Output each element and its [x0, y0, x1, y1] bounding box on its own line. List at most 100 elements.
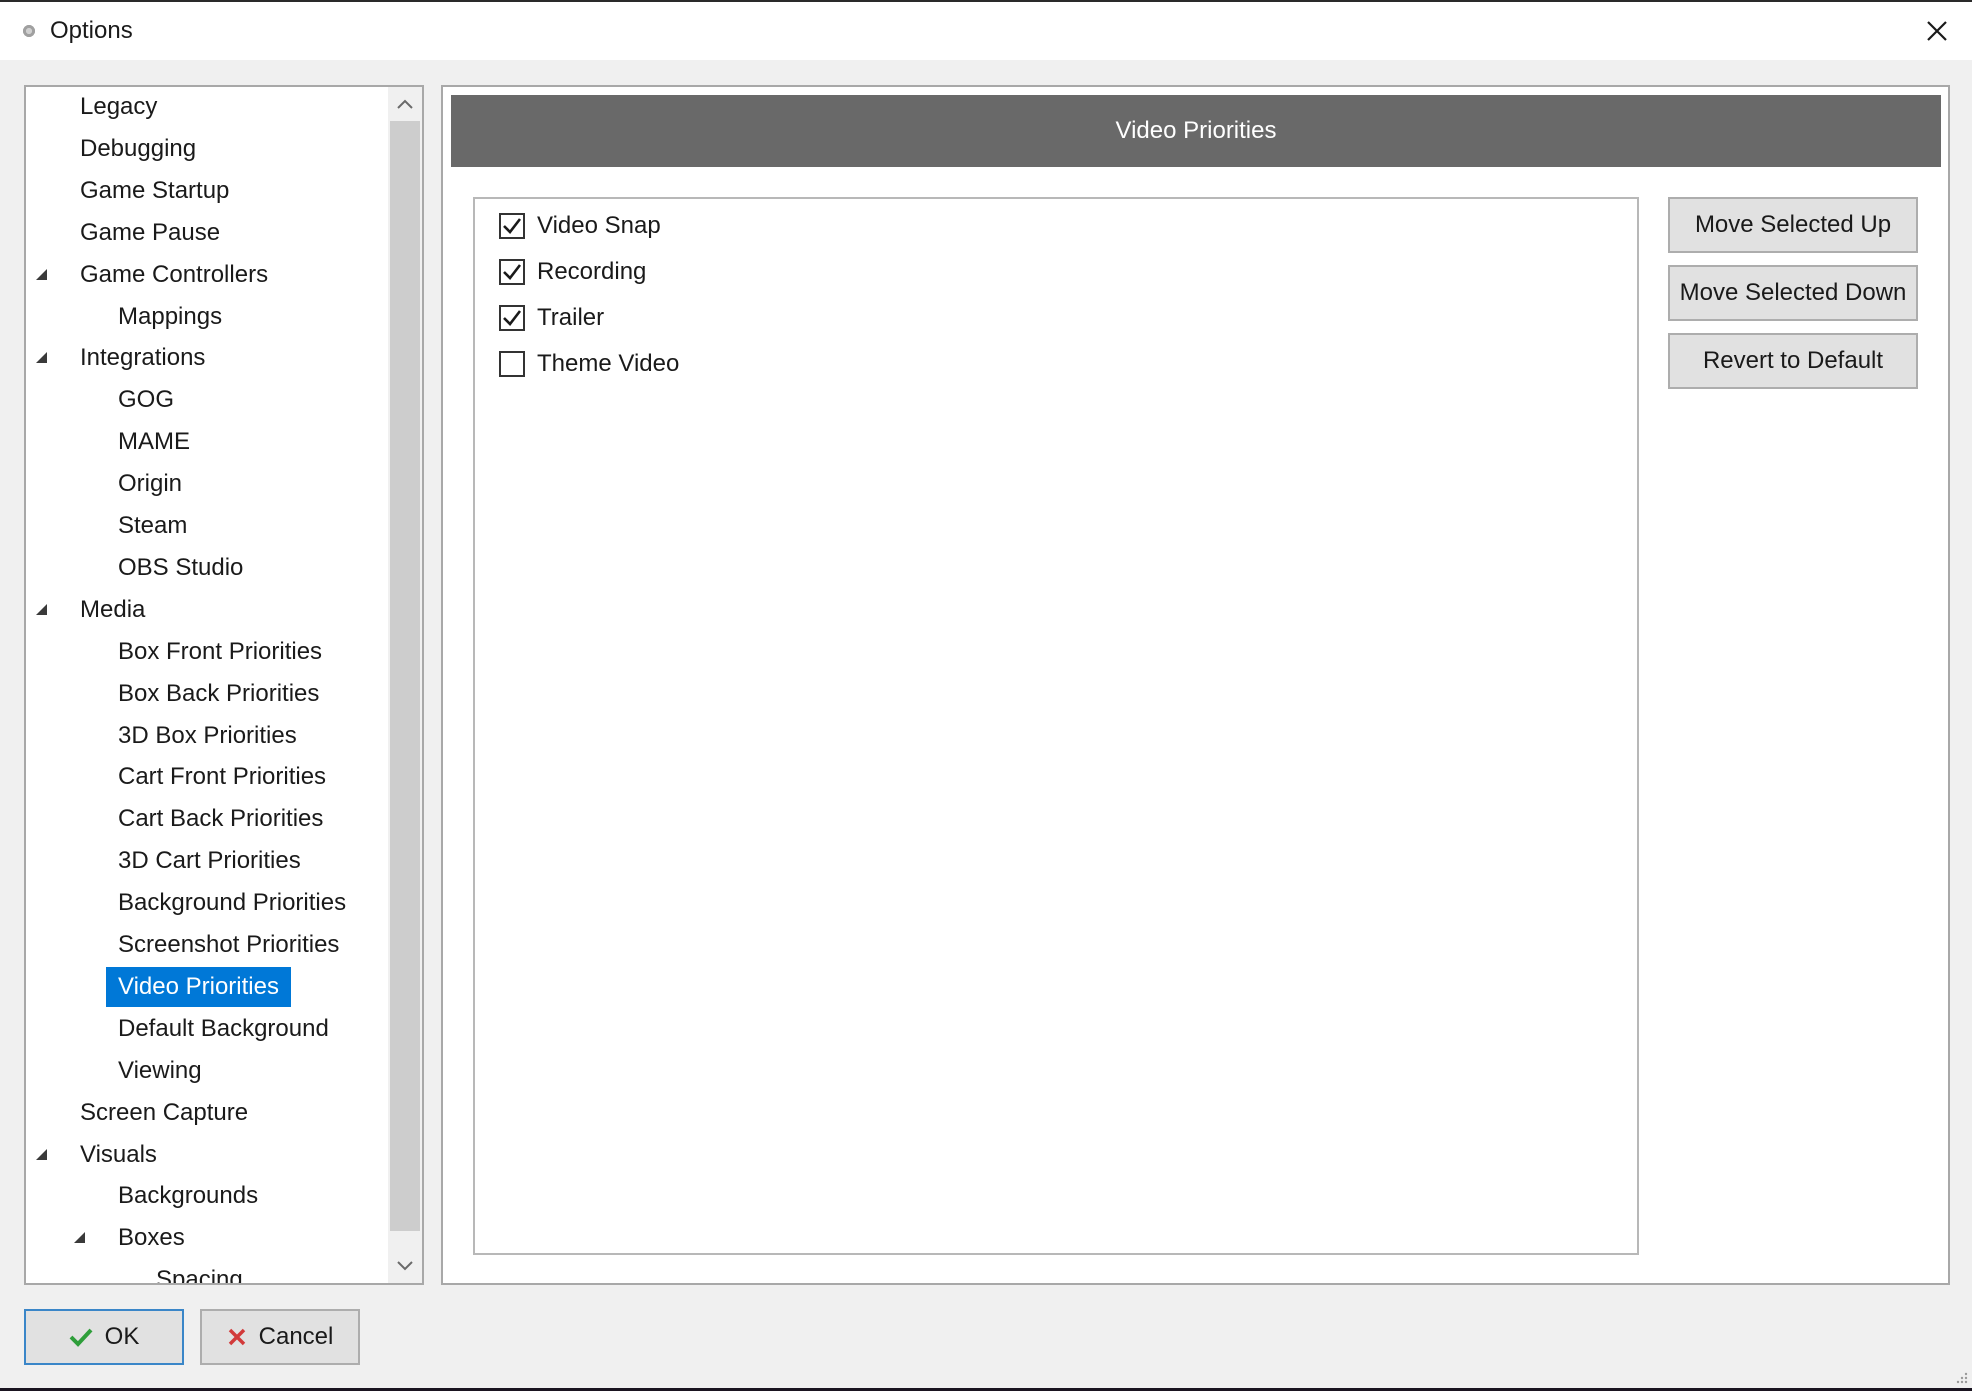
options-tree[interactable]: Legacy Debugging Game Startup Game Pause Gam… [24, 85, 424, 1285]
scroll-down-button[interactable] [388, 1249, 422, 1283]
tree-item-label: Game Controllers [80, 260, 269, 288]
resize-grip-icon[interactable] [1952, 1368, 1968, 1384]
close-icon [1927, 21, 1947, 41]
ok-label: OK [104, 1323, 140, 1350]
tree-item[interactable]: Game Pause [68, 214, 232, 252]
tree-item[interactable]: Origin [106, 465, 194, 503]
expand-arrow-icon[interactable] [36, 268, 47, 280]
tree-item[interactable]: Game Controllers [36, 256, 280, 294]
tree-item[interactable]: 3D Cart Priorities [106, 842, 313, 880]
move-selected-up-button[interactable]: Move Selected Up [1668, 197, 1918, 253]
tree-item-label: Debugging [80, 134, 197, 162]
priority-option[interactable]: Recording [499, 253, 646, 291]
tree-item[interactable]: Integrations [36, 339, 217, 377]
chevron-up-icon [397, 99, 413, 109]
priority-option-label: Recording [537, 258, 647, 285]
tree-item-label: Visuals [80, 1140, 157, 1168]
tree-scrollbar[interactable] [388, 87, 422, 1283]
tree-item-label: 3D Box Priorities [118, 721, 297, 749]
tree-item[interactable]: Game Startup [68, 172, 241, 210]
checkbox[interactable] [499, 259, 525, 285]
checkbox[interactable] [499, 305, 525, 331]
tree-item[interactable]: OBS Studio [106, 549, 255, 587]
expand-arrow-icon[interactable] [74, 1232, 85, 1244]
priority-option[interactable]: Video Snap [499, 207, 661, 245]
tree-item[interactable]: Steam [106, 507, 199, 545]
ok-button[interactable]: OK [24, 1309, 184, 1365]
tree-item[interactable]: Visuals [36, 1136, 169, 1174]
expand-arrow-icon[interactable] [36, 603, 47, 615]
tree-item[interactable]: Default Background [106, 1010, 341, 1048]
tree-item[interactable]: Screenshot Priorities [106, 926, 351, 964]
priority-option[interactable]: Theme Video [499, 345, 679, 383]
tree-item[interactable]: MAME [106, 423, 202, 461]
content-panel: Video Priorities Video Snap Recording Trai… [441, 85, 1950, 1285]
priority-option-label: Video Snap [537, 212, 661, 239]
tree-item[interactable]: Boxes [74, 1219, 197, 1257]
x-icon [227, 1327, 247, 1347]
close-button[interactable] [1912, 6, 1962, 56]
tree-item[interactable]: Media [36, 591, 157, 629]
tree-item-label: Game Pause [80, 218, 221, 246]
tree-item-label: Screen Capture [80, 1098, 249, 1126]
tree-item-label: Background Priorities [118, 889, 347, 917]
checkmark-icon [503, 264, 522, 280]
page-title: Video Priorities [451, 95, 1941, 167]
app-icon [22, 24, 36, 38]
tree-item[interactable]: Spacing [144, 1261, 255, 1285]
tree-item-label: Cart Front Priorities [118, 763, 327, 791]
scroll-thumb[interactable] [390, 121, 420, 1231]
tree-item[interactable]: Box Back Priorities [106, 675, 331, 713]
checkmark-icon [503, 310, 522, 326]
tree-item[interactable]: Screen Capture [68, 1094, 260, 1132]
expand-arrow-icon[interactable] [36, 1148, 47, 1160]
title-bar: Options [0, 2, 1972, 60]
tree-item-label: 3D Cart Priorities [118, 847, 301, 875]
tree-item[interactable]: 3D Box Priorities [106, 717, 309, 755]
tree-item[interactable]: Cart Back Priorities [106, 800, 335, 838]
tree-item-label: Boxes [118, 1224, 185, 1252]
tree-item-label: Integrations [80, 344, 206, 372]
checkbox[interactable] [499, 351, 525, 377]
checkbox[interactable] [499, 213, 525, 239]
scroll-up-button[interactable] [388, 87, 422, 121]
move-selected-down-button[interactable]: Move Selected Down [1668, 265, 1918, 321]
tree-item[interactable]: GOG [106, 381, 186, 419]
tree-item[interactable]: Legacy [68, 88, 169, 126]
tree-item-label: Steam [118, 512, 188, 539]
tree-item[interactable]: Box Front Priorities [106, 633, 334, 671]
video-priority-list[interactable]: Video Snap Recording Trailer Theme Video [473, 197, 1639, 1255]
tree-item-label: Backgrounds [118, 1182, 259, 1210]
tree-item[interactable]: Cart Front Priorities [106, 758, 338, 796]
priority-option-label: Trailer [537, 304, 605, 331]
tree-item-label: Viewing [118, 1056, 202, 1084]
tree-item[interactable]: Viewing [106, 1052, 214, 1090]
priority-option-label: Theme Video [537, 350, 680, 377]
tree-item-label: Spacing [156, 1266, 243, 1285]
tree-item[interactable]: Mappings [106, 298, 234, 336]
tree-item-label: Mappings [118, 302, 223, 330]
priority-option[interactable]: Trailer [499, 299, 604, 337]
tree-item-label: Legacy [80, 93, 158, 120]
tree-item-label: OBS Studio [118, 553, 244, 581]
cancel-label: Cancel [258, 1323, 334, 1350]
tree-item-label: MAME [118, 428, 190, 456]
tree-item-label: Media [80, 595, 146, 623]
tree-item-label: Box Front Priorities [118, 637, 323, 665]
tree-item[interactable]: Debugging [68, 130, 208, 168]
tree-item-label: Video Priorities [106, 966, 291, 1007]
chevron-down-icon [397, 1261, 413, 1271]
checkmark-icon [503, 218, 522, 234]
tree-item-label: Screenshot Priorities [118, 931, 340, 958]
cancel-button[interactable]: Cancel [200, 1309, 360, 1365]
tree-item-label: Origin [118, 470, 183, 498]
tree-item[interactable]: Backgrounds [106, 1177, 270, 1215]
tree-item[interactable]: Background Priorities [106, 884, 358, 922]
options-dialog: Options Legacy Debugging Game Startup Game … [0, 0, 1972, 1388]
expand-arrow-icon[interactable] [36, 352, 47, 364]
tree-item-label: Default Background [118, 1014, 329, 1042]
tree-item-label: Box Back Priorities [118, 679, 320, 707]
revert-to-default-button[interactable]: Revert to Default [1668, 333, 1918, 389]
tree-item[interactable]: Video Priorities [106, 966, 291, 1007]
tree-item-label: Game Startup [80, 176, 230, 204]
